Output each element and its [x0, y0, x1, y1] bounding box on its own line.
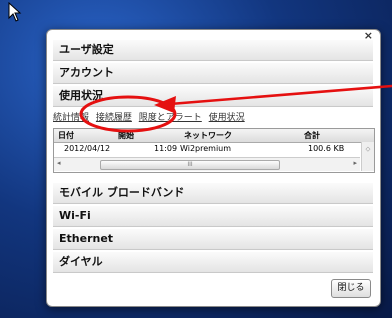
header-total[interactable]: 合計 [304, 130, 320, 141]
mouse-cursor-icon [8, 2, 22, 22]
section-user-settings[interactable]: ユーザ設定 [53, 40, 373, 61]
scroll-thumb[interactable]: III [100, 160, 280, 170]
cell-total: 100.6 KB [308, 144, 345, 153]
section-wifi[interactable]: Wi-Fi [53, 206, 373, 227]
usage-tabs: 統計情報 接続履歴 限度とアラート 使用状況 [53, 110, 249, 123]
close-button[interactable]: 閉じる [331, 279, 371, 298]
section-dial[interactable]: ダイヤル [53, 252, 373, 273]
header-network[interactable]: ネットワーク [184, 130, 232, 141]
cell-date: 2012/04/12 [64, 144, 111, 153]
section-ethernet[interactable]: Ethernet [53, 229, 373, 250]
tab-statistics[interactable]: 統計情報 [53, 113, 89, 123]
tab-limits-alerts[interactable]: 限度とアラート [139, 113, 202, 123]
header-date[interactable]: 日付 [58, 130, 74, 141]
scroll-right-icon[interactable]: ▸ [353, 159, 357, 167]
settings-panel: × ユーザ設定 アカウント 使用状況 統計情報 接続履歴 限度とアラート 使用状… [46, 29, 381, 307]
cell-start: 11:09 [154, 144, 178, 153]
table-row[interactable]: 2012/04/12 11:09 Wi2premium 100.6 KB [54, 143, 354, 154]
cell-network: Wi2premium [180, 144, 232, 153]
section-usage[interactable]: 使用状況 [53, 86, 373, 107]
table-header: 日付 開始 ネットワーク 合計 [54, 129, 374, 143]
section-account[interactable]: アカウント [53, 63, 373, 84]
tab-connection-history[interactable]: 接続履歴 [96, 113, 132, 123]
scroll-left-icon[interactable]: ◂ [57, 159, 61, 167]
tab-usage-status[interactable]: 使用状況 [209, 113, 245, 123]
vertical-scrollbar[interactable]: ⬦ [361, 142, 374, 171]
section-mobile-broadband[interactable]: モバイル ブロードバンド [53, 183, 373, 204]
header-start[interactable]: 開始 [118, 130, 134, 141]
connection-history-table: 日付 開始 ネットワーク 合計 2012/04/12 11:09 Wi2prem… [53, 128, 375, 173]
horizontal-scrollbar[interactable]: ◂ III ▸ [54, 157, 360, 171]
